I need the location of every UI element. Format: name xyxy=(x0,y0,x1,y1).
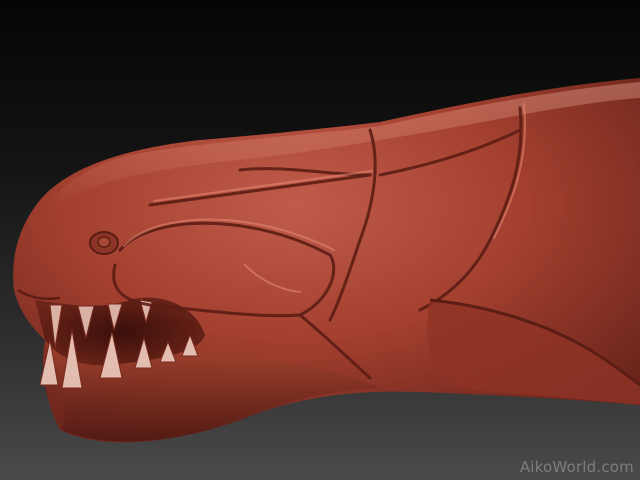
sculpt-render xyxy=(13,78,640,443)
eye xyxy=(89,231,119,255)
render-viewport: AikoWorld.com xyxy=(0,0,640,480)
watermark-text: AikoWorld.com xyxy=(519,458,634,476)
